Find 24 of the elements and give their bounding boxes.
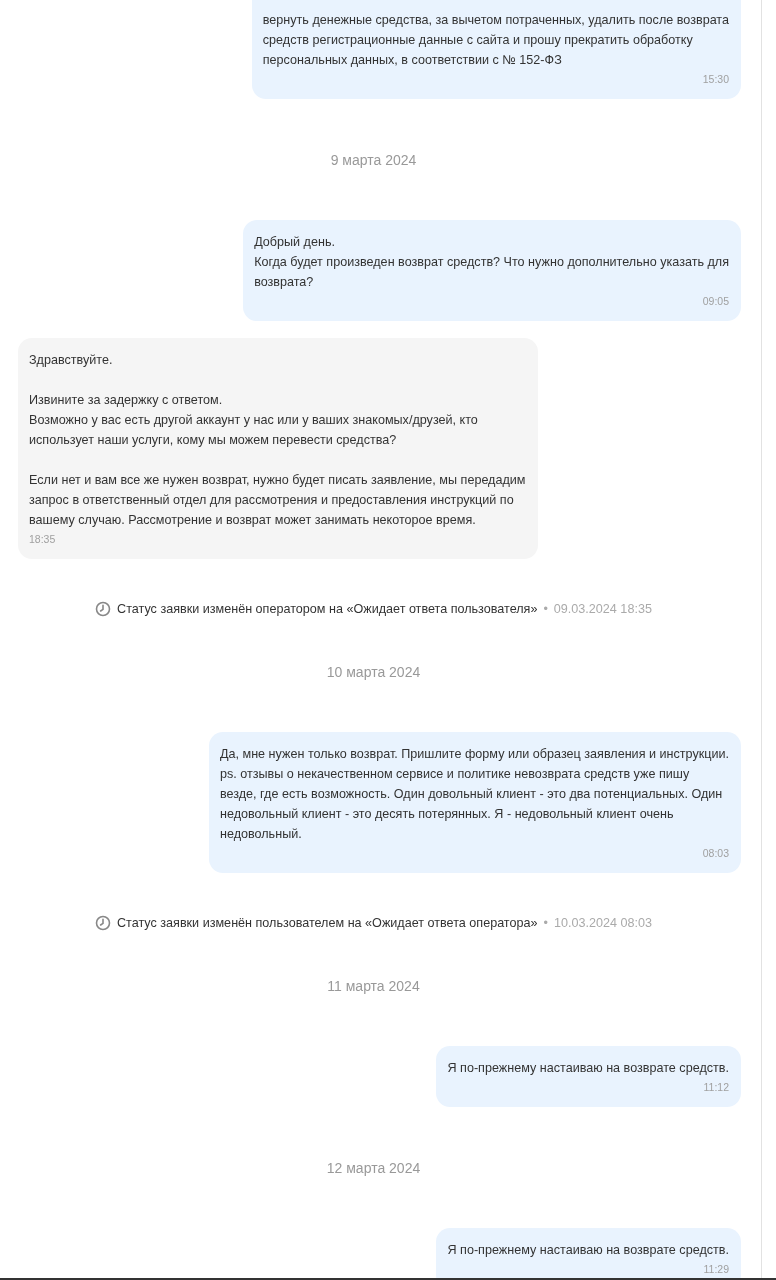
message-text: Я по-прежнему настаиваю на возврате средств. <box>447 1242 729 1259</box>
bullet-separator: • <box>543 601 548 618</box>
date-divider: 10 марта 2024 <box>326 663 421 682</box>
clock-icon <box>95 601 112 617</box>
status-timestamp: 10.03.2024 08:03 <box>553 915 652 932</box>
message-text: вернуть денежные средства, за вычетом потраченных, удалить после возврата средств регистрационные данные с сайта и прошу прекратить обработку персональных данных, в соответствии с № 152-ФЗ <box>262 12 729 69</box>
status-text: Статус заявки изменён пользователем на «Ожидает ответа оператора» <box>117 915 538 932</box>
message-time: 11:29 <box>702 1262 729 1277</box>
message-text: Добрый день. Когда будет произведен возврат средств? Что нужно дополнительно указать для возврата? <box>254 234 729 291</box>
bullet-separator: • <box>543 915 548 932</box>
status-timestamp: 09.03.2024 18:35 <box>553 601 652 618</box>
date-divider: 12 марта 2024 <box>326 1159 421 1178</box>
message-time: 09:05 <box>701 294 729 309</box>
status-text: Статус заявки изменён оператором на «Ожидает ответа пользователя» <box>117 601 538 618</box>
message-text: Я по-прежнему настаиваю на возврате средств. <box>447 1060 729 1077</box>
message-time: 08:03 <box>701 846 729 861</box>
message-text: Да, мне нужен только возврат. Пришлите форму или образец заявления и инструкции. ps. отзывы о некачественном сервисе и политике невозврата средств уже пишу везде, где есть возможность. Один довольный клиент - это два потенциальных. Один недовольный клиент - это десять потерянных. Я - недовольный клиент очень недовольный. <box>219 746 729 843</box>
message-time: 15:30 <box>701 72 729 87</box>
message-time: 18:35 <box>29 532 57 547</box>
clock-icon <box>95 915 111 931</box>
message-text: Здравствуйте. Извините за задержку с ответом. Возможно у вас есть другой аккаунт у нас или у ваших знакомых/друзей, кто использует наши услуги, кому мы можем перевести средства? Если нет и вам все же нужен возврат, нужно будет писать заявление, мы передадим запрос в ответственный отдел для рассмотрения и предоставления инструкций по вашему случаю. Рассмотрение и возврат может занимать некоторое время. <box>29 352 526 529</box>
message-time: 11:12 <box>702 1080 729 1095</box>
date-divider: 9 марта 2024 <box>330 151 417 170</box>
date-divider: 11 марта 2024 <box>327 977 420 996</box>
